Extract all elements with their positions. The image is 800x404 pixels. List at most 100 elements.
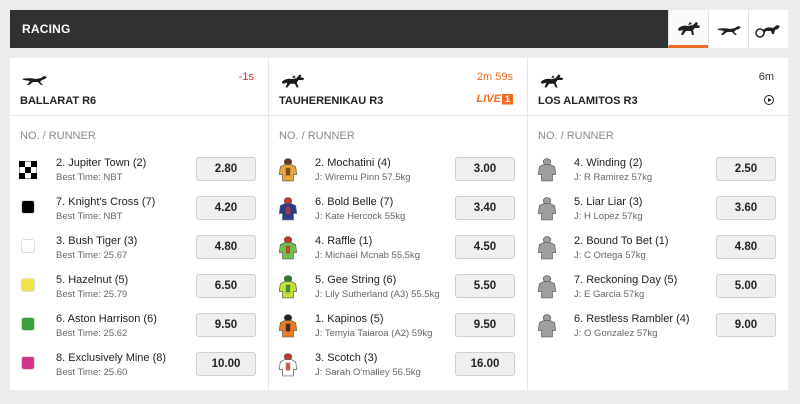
runner-name: 5. Gee String (6) (315, 274, 397, 286)
rug-color-icon (21, 239, 35, 253)
runner-row: 5. Gee String (6) J: Lily Sutherland (A3)… (269, 272, 527, 311)
greyhound-racing-icon (716, 26, 741, 35)
runner-row: 2. Bound To Bet (1) J: C Ortega 57kg 4.80 (528, 233, 788, 272)
next-to-jump-panel: -1s BALLARAT R6 NO. / RUNNER 2. Jupiter Tow… (10, 58, 788, 390)
rug-color-icon (21, 317, 35, 331)
horse-racing-icon (677, 21, 700, 35)
rug-color-icon (21, 356, 35, 370)
live-label: LIVE (476, 93, 501, 105)
odds-button[interactable]: 9.50 (196, 313, 256, 337)
race-countdown: -1s (238, 71, 254, 83)
runner-detail: J: O Gonzalez 57kg (574, 328, 658, 339)
filter-greyhound-racing[interactable] (708, 10, 748, 48)
runner-name: 4. Raffle (1) (315, 235, 373, 247)
runner-list-header: NO. / RUNNER (10, 116, 268, 154)
runner-row: 5. Liar Liar (3) J: H Lopez 57kg 3.60 (528, 194, 788, 233)
runner-row: 7. Reckoning Day (5) J: E Garcia 57kg 5.00 (528, 272, 788, 311)
runner-name: 6. Aston Harrison (6) (56, 313, 157, 325)
jockey-silk-icon (278, 236, 298, 260)
odds-button[interactable]: 5.00 (716, 274, 776, 298)
runner-name: 2. Jupiter Town (2) (56, 157, 147, 169)
runner-row: 4. Winding (2) J: R Ramirez 57kg 2.50 (528, 155, 788, 194)
race-header[interactable]: 6m LOS ALAMITOS R3 (528, 58, 788, 116)
column-header-label: NO. / RUNNER (279, 130, 355, 142)
rug-color-icon (21, 278, 35, 292)
odds-button[interactable]: 16.00 (455, 352, 515, 376)
runner-name: 6. Restless Rambler (4) (574, 313, 690, 325)
odds-button[interactable]: 6.50 (196, 274, 256, 298)
jockey-silk-icon (537, 236, 557, 260)
runner-name: 3. Bush Tiger (3) (56, 235, 138, 247)
runner-row: 6. Bold Belle (7) J: Kate Hercock 55kg 3.4… (269, 194, 527, 233)
race-card-column: 6m LOS ALAMITOS R3 NO. / RUNNER 4. Winding … (528, 58, 788, 390)
meeting-name[interactable]: LOS ALAMITOS R3 (538, 95, 638, 107)
race-header[interactable]: 2m 59s TAUHERENIKAU R3 LIVE 1 (269, 58, 527, 116)
jockey-silk-icon (278, 275, 298, 299)
runner-detail: J: Michael Mcnab 55.5kg (315, 250, 421, 261)
runner-name: 8. Exclusively Mine (8) (56, 352, 167, 364)
filter-harness-racing[interactable] (748, 10, 788, 48)
runner-detail: J: R Ramirez 57kg (574, 172, 653, 183)
race-card-column: -1s BALLARAT R6 NO. / RUNNER 2. Jupiter Tow… (10, 58, 269, 390)
jockey-silk-icon (537, 158, 557, 182)
meeting-name[interactable]: TAUHERENIKAU R3 (279, 95, 383, 107)
jockey-silk-icon (537, 275, 557, 299)
odds-button[interactable]: 10.00 (196, 352, 256, 376)
greyhound-racing-icon (20, 70, 50, 93)
runner-name: 5. Hazelnut (5) (56, 274, 129, 286)
odds-button[interactable]: 3.60 (716, 196, 776, 220)
runner-detail: Best Time: NBT (56, 211, 123, 222)
runner-detail: Best Time: 25.60 (56, 367, 128, 378)
play-icon[interactable] (764, 95, 774, 105)
runner-detail: J: E Garcia 57kg (574, 289, 645, 300)
jockey-silk-icon (278, 158, 298, 182)
section-title: RACING (22, 22, 71, 36)
runner-row: 2. Mochatini (4) J: Wiremu Pinn 57.5kg 3.0… (269, 155, 527, 194)
harness-racing-icon (754, 25, 780, 38)
jockey-silk-icon (278, 353, 298, 377)
live-channel-number: 1 (501, 93, 513, 105)
runner-name: 6. Bold Belle (7) (315, 196, 394, 208)
jockey-silk-icon (537, 314, 557, 338)
odds-button[interactable]: 4.50 (455, 235, 515, 259)
runner-row: 2. Jupiter Town (2) Best Time: NBT 2.80 (10, 155, 268, 194)
odds-button[interactable]: 5.50 (455, 274, 515, 298)
runner-detail: Best Time: NBT (56, 172, 123, 183)
odds-button[interactable]: 2.50 (716, 157, 776, 181)
odds-button[interactable]: 4.80 (716, 235, 776, 259)
race-countdown: 6m (758, 71, 774, 83)
runner-name: 5. Liar Liar (3) (574, 196, 643, 208)
runner-detail: J: Wiremu Pinn 57.5kg (315, 172, 411, 183)
runner-row: 6. Aston Harrison (6) Best Time: 25.62 9.5… (10, 311, 268, 350)
runner-detail: J: Temyia Taiaroa (A2) 59kg (315, 328, 433, 339)
runner-detail: J: H Lopez 57kg (574, 211, 643, 222)
odds-button[interactable]: 4.80 (196, 235, 256, 259)
odds-button[interactable]: 3.00 (455, 157, 515, 181)
odds-button[interactable]: 3.40 (455, 196, 515, 220)
odds-button[interactable]: 2.80 (196, 157, 256, 181)
race-header[interactable]: -1s BALLARAT R6 (10, 58, 268, 116)
runner-name: 4. Winding (2) (574, 157, 643, 169)
meeting-name[interactable]: BALLARAT R6 (20, 95, 96, 107)
odds-button[interactable]: 9.50 (455, 313, 515, 337)
runner-row: 4. Raffle (1) J: Michael Mcnab 55.5kg 4.50 (269, 233, 527, 272)
runner-detail: Best Time: 25.67 (56, 250, 128, 261)
race-card-column: 2m 59s TAUHERENIKAU R3 LIVE 1 NO. / RUNNER 2.… (269, 58, 528, 390)
jockey-silk-icon (537, 197, 557, 221)
runner-row: 3. Bush Tiger (3) Best Time: 25.67 4.80 (10, 233, 268, 272)
filter-horse-racing[interactable] (668, 10, 708, 48)
jockey-silk-icon (278, 197, 298, 221)
runner-list-header: NO. / RUNNER (269, 116, 527, 154)
column-header-label: NO. / RUNNER (538, 130, 614, 142)
runner-detail: J: C Ortega 57kg (574, 250, 646, 261)
live-badge[interactable]: LIVE 1 (477, 93, 513, 105)
column-header-label: NO. / RUNNER (20, 130, 96, 142)
runner-row: 8. Exclusively Mine (8) Best Time: 25.60 1… (10, 350, 268, 389)
runner-row: 5. Hazelnut (5) Best Time: 25.79 6.50 (10, 272, 268, 311)
odds-button[interactable]: 4.20 (196, 196, 256, 220)
runner-row: 3. Scotch (3) J: Sarah O'malley 56.5kg 16.… (269, 350, 527, 389)
runner-row: 6. Restless Rambler (4) J: O Gonzalez 57k… (528, 311, 788, 350)
runner-list-header: NO. / RUNNER (528, 116, 788, 154)
horse-racing-icon (279, 70, 307, 95)
odds-button[interactable]: 9.00 (716, 313, 776, 337)
